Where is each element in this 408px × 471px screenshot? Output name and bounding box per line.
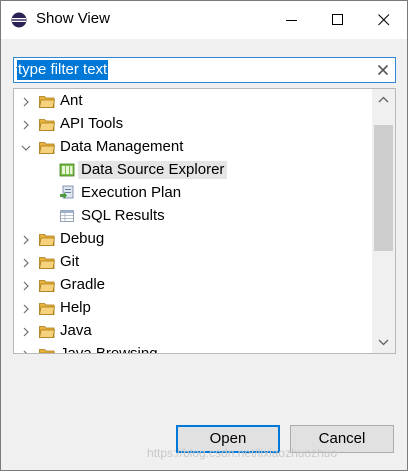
chevron-right-icon[interactable] (21, 304, 31, 314)
minimize-button[interactable] (269, 1, 315, 39)
folder-open-icon (39, 142, 55, 154)
tree-item-ant[interactable]: Ant (14, 90, 372, 113)
cancel-button[interactable]: Cancel (290, 425, 394, 453)
folder-icon (39, 96, 55, 108)
folder-icon (39, 257, 55, 269)
tree-item-label: Java (60, 322, 92, 339)
chevron-down-icon (378, 339, 389, 346)
tree-item-api-tools[interactable]: API Tools (14, 113, 372, 136)
scroll-up-button[interactable] (372, 89, 395, 111)
tree-item-git[interactable]: Git (14, 251, 372, 274)
chevron-right-icon[interactable] (21, 235, 31, 245)
clear-icon[interactable] (377, 64, 389, 76)
chevron-down-icon[interactable] (21, 143, 31, 153)
folder-icon (39, 349, 55, 353)
scroll-thumb[interactable] (374, 125, 393, 251)
sql-results-icon (60, 210, 74, 222)
close-icon (378, 14, 390, 26)
tree-item-label: API Tools (60, 115, 124, 132)
chevron-right-icon[interactable] (21, 258, 31, 268)
tree-item-help[interactable]: Help (14, 297, 372, 320)
tree-item-data-management[interactable]: Data Management (14, 136, 372, 159)
minimize-icon (286, 20, 297, 21)
folder-icon (39, 280, 55, 292)
tree-item-label: Gradle (60, 276, 106, 293)
eclipse-icon (11, 12, 27, 28)
tree-item-label: Help (60, 299, 91, 316)
open-button[interactable]: Open (176, 425, 280, 453)
chevron-right-icon[interactable] (21, 97, 31, 107)
tree-item-debug[interactable]: Debug (14, 228, 372, 251)
folder-icon (39, 119, 55, 131)
scroll-down-button[interactable] (372, 331, 395, 353)
view-tree[interactable]: Ant API Tools Data Management Data Sourc… (13, 88, 396, 354)
filter-input[interactable] (16, 59, 366, 81)
tree-item-sql-results[interactable]: SQL Results (14, 205, 372, 228)
tree-item-label: Debug (60, 230, 105, 247)
tree-scrollbar[interactable] (372, 89, 395, 353)
chevron-up-icon (378, 96, 389, 103)
tree-item-label: Data Management (60, 138, 184, 155)
window-title: Show View (36, 10, 110, 27)
tree-item-java[interactable]: Java (14, 320, 372, 343)
folder-icon (39, 303, 55, 315)
close-button[interactable] (361, 1, 407, 39)
folder-icon (39, 234, 55, 246)
maximize-icon (332, 14, 343, 25)
maximize-button[interactable] (315, 1, 361, 39)
folder-icon (39, 326, 55, 338)
tree-item-label: Ant (60, 92, 83, 109)
chevron-right-icon[interactable] (21, 327, 31, 337)
title-bar[interactable]: Show View (1, 1, 407, 39)
tree-item-label: SQL Results (81, 207, 165, 224)
tree-item-label: Execution Plan (81, 184, 182, 201)
filter-field[interactable]: type filter text (13, 57, 396, 83)
chevron-right-icon[interactable] (21, 281, 31, 291)
tree-item-label: Data Source Explorer (78, 161, 228, 179)
tree-item-java-browsing[interactable]: Java Browsing (14, 343, 372, 354)
data-source-explorer-icon (59, 163, 75, 177)
execution-plan-icon (60, 185, 74, 199)
tree-item-gradle[interactable]: Gradle (14, 274, 372, 297)
show-view-dialog: Show View type filter text Ant API Tools… (0, 0, 408, 471)
tree-item-label: Git (60, 253, 80, 270)
chevron-right-icon[interactable] (21, 350, 31, 354)
chevron-right-icon[interactable] (21, 120, 31, 130)
tree-item-data-source-explorer[interactable]: Data Source Explorer (14, 159, 372, 182)
tree-item-label: Java Browsing (60, 345, 158, 354)
tree-item-execution-plan[interactable]: Execution Plan (14, 182, 372, 205)
